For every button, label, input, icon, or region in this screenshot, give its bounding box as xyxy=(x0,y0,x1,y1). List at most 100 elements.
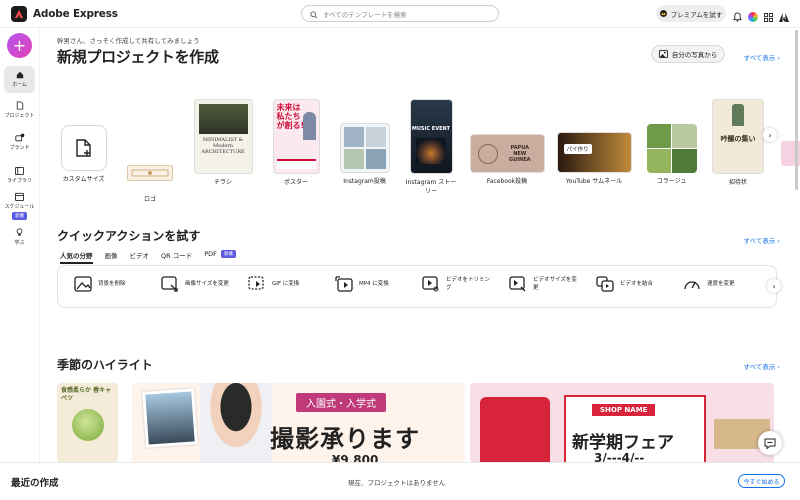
action-change-speed[interactable]: 速度を変更 xyxy=(683,276,753,292)
quick-actions-next-button[interactable]: › xyxy=(767,279,781,293)
top-bar: Adobe Express すべてのテンプレートを検索 プレミアムを試す xyxy=(0,0,800,28)
action-convert-mp4[interactable]: MP4 に変換 xyxy=(335,276,405,292)
see-all-seasonal-link[interactable]: すべて表示 › xyxy=(744,361,780,371)
app-window: Adobe Express すべてのテンプレートを検索 プレミアムを試す + ホ… xyxy=(0,0,800,500)
sidebar-item-learn[interactable]: 学ぶ xyxy=(4,228,35,246)
resize-video-icon xyxy=(509,276,526,292)
seasonal-card-photo-studio[interactable]: 入園式・入学式 撮影承ります ¥9,800 xyxy=(132,383,465,463)
adobe-express-logo-icon xyxy=(11,5,27,22)
chat-button[interactable] xyxy=(758,431,782,455)
brand-icon xyxy=(14,133,24,142)
template-flyer[interactable]: MINIMALIST & Modern ARCHITECTURE チラシ xyxy=(193,99,253,187)
action-trim-video[interactable]: ビデオをトリミング xyxy=(422,276,492,292)
sidebar-item-library[interactable]: ライブラリ xyxy=(4,167,35,184)
user-avatar[interactable] xyxy=(748,11,758,22)
sidebar-item-projects[interactable]: プロジェクト xyxy=(4,101,35,119)
premium-label: プレミアムを試す xyxy=(670,10,723,19)
template-label: ロゴ xyxy=(143,196,156,203)
quick-actions-title: クイックアクションを試す xyxy=(57,229,201,243)
chat-bubble-icon xyxy=(764,438,776,449)
home-icon xyxy=(16,71,23,79)
lightbulb-icon xyxy=(16,228,23,236)
sidebar-item-label: 学ぶ xyxy=(14,240,25,246)
sidebar-item-label: ライブラリ xyxy=(6,178,32,184)
see-all-quick-actions-link[interactable]: すべて表示 › xyxy=(744,235,780,245)
merge-video-icon xyxy=(596,276,614,292)
action-remove-background[interactable]: 背景を削除 xyxy=(74,276,144,292)
template-poster[interactable]: 未来は私たちが創る! ポスター xyxy=(272,99,320,187)
youtube-thumb: パイ作り xyxy=(556,132,632,173)
photo-card-heading: 入園式・入学式 xyxy=(296,393,386,412)
new-badge: 新機 xyxy=(12,212,27,220)
template-collage[interactable]: コラージュ xyxy=(644,124,699,186)
create-new-button[interactable]: + xyxy=(7,33,32,58)
fair-shop-name: SHOP NAME xyxy=(592,404,656,416)
add-file-icon xyxy=(75,139,91,157)
plus-icon: + xyxy=(12,36,27,55)
calendar-icon xyxy=(15,192,24,201)
tab-popular[interactable]: 人気の分野 xyxy=(60,250,93,264)
from-my-photos-button[interactable]: 自分の写真から xyxy=(651,45,725,63)
chevron-right-icon: › xyxy=(768,130,772,140)
action-resize-video[interactable]: ビデオサイズを変更 xyxy=(509,276,579,292)
template-label: 招待状 xyxy=(728,179,747,186)
custom-size-thumb xyxy=(60,125,107,171)
photo-card-text: 撮影承ります xyxy=(270,425,420,453)
top-right-icons xyxy=(733,7,789,26)
file-icon xyxy=(16,101,23,110)
vertical-scrollbar[interactable] xyxy=(795,30,798,190)
poster-thumb: 未来は私たちが創る! xyxy=(272,99,320,174)
search-icon xyxy=(310,4,318,23)
template-label: チラシ xyxy=(214,179,232,186)
facebook-thumb-text: PAPUA NEW GUINEA xyxy=(509,144,531,163)
tab-pdf[interactable]: PDF 新機 xyxy=(204,250,236,264)
no-projects-text: 現在、プロジェクトはありません xyxy=(348,479,446,487)
photo-icon xyxy=(658,50,668,58)
action-resize-image[interactable]: 画像サイズを変更 xyxy=(161,276,231,292)
recent-projects-bar: 最近の作成 現在、プロジェクトはありません 今すぐ始める xyxy=(0,462,800,500)
tab-image[interactable]: 画像 xyxy=(105,250,118,264)
convert-mp4-icon xyxy=(335,276,353,292)
app-logo[interactable]: Adobe Express xyxy=(11,5,118,22)
sidebar-item-home[interactable]: ホーム xyxy=(4,66,35,93)
template-custom-size[interactable]: カスタムサイズ xyxy=(60,125,107,184)
template-label: コラージュ xyxy=(656,178,687,185)
adobe-logo-icon[interactable] xyxy=(779,7,789,26)
see-all-templates-link[interactable]: すべて表示 › xyxy=(744,52,780,62)
tab-video[interactable]: ビデオ xyxy=(130,250,150,264)
quick-action-tabs: 人気の分野 画像 ビデオ QR コード PDF 新機 xyxy=(60,250,248,264)
recent-title: 最近の作成 xyxy=(11,478,59,489)
ornament-icon xyxy=(131,169,169,177)
search-placeholder: すべてのテンプレートを検索 xyxy=(323,10,407,19)
left-sidebar xyxy=(0,28,40,500)
template-instagram-post[interactable]: Instagram投稿 xyxy=(337,123,392,186)
sidebar-item-label: スケジュール xyxy=(4,204,35,210)
sidebar-item-brand[interactable]: ブランド xyxy=(4,133,35,151)
template-instagram-story[interactable]: MUSIC EVENT Instagram ストーリー xyxy=(403,99,459,196)
seasonal-card-cabbage[interactable]: 食感柔らか 春キャベツ xyxy=(57,383,118,463)
template-youtube-thumbnail[interactable]: パイ作り YouTube サムネール xyxy=(555,132,633,186)
template-label: Instagram ストーリー xyxy=(405,179,457,195)
seasonal-card-school-fair[interactable]: SHOP NAME 新学期フェア 3/---4/-- xyxy=(470,383,774,463)
action-merge-video[interactable]: ビデオを結合 xyxy=(596,276,666,292)
start-now-button[interactable]: 今すぐ始める xyxy=(738,474,785,488)
sidebar-item-label: ブランド xyxy=(9,145,30,151)
tab-qr-code[interactable]: QR コード xyxy=(161,250,192,264)
premium-crown-icon xyxy=(659,10,667,17)
action-convert-gif[interactable]: GIF に変換 xyxy=(248,276,318,292)
template-invitation[interactable]: 吟醸の集い 招待状 xyxy=(710,99,766,187)
premium-trial-button[interactable]: プレミアムを試す xyxy=(656,5,726,22)
trim-video-icon xyxy=(422,276,439,292)
youtube-thumb-text: パイ作り xyxy=(563,144,592,154)
templates-next-button[interactable]: › xyxy=(763,128,777,142)
greeting-text: 幹男さん、さっそく作成して共有してみましょう xyxy=(57,37,200,45)
template-search-input[interactable]: すべてのテンプレートを検索 xyxy=(301,5,499,22)
from-my-photos-label: 自分の写真から xyxy=(671,51,718,59)
template-label: ポスター xyxy=(283,179,308,186)
apps-grid-icon[interactable] xyxy=(764,7,773,26)
fair-card-text: 新学期フェア xyxy=(572,433,674,453)
sidebar-item-schedule[interactable]: スケジュール 新機 xyxy=(4,192,35,220)
notification-bell-icon[interactable] xyxy=(733,7,742,26)
template-facebook-post[interactable]: PAPUA NEW GUINEA Facebook投稿 xyxy=(469,134,545,186)
template-logo[interactable]: ロゴ xyxy=(126,165,174,204)
